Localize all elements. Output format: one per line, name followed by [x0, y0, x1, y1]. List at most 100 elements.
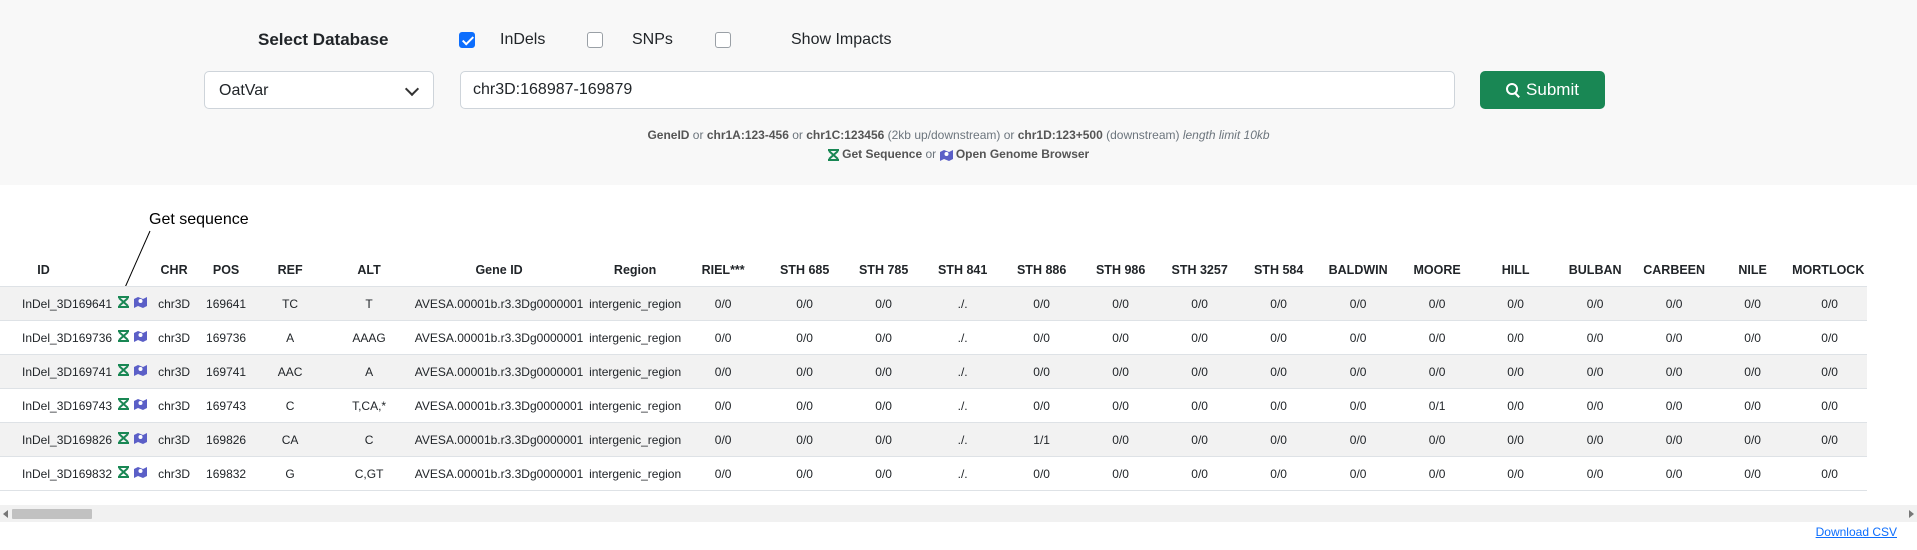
table-cell: 0/0 [1713, 456, 1793, 491]
table-cell: 0/0 [1398, 320, 1477, 355]
genome-browser-icon[interactable] [134, 296, 148, 311]
column-header[interactable]: STH 3257 [1160, 254, 1239, 287]
table-cell: 0/0 [1239, 456, 1319, 491]
table-cell: 0/0 [1476, 320, 1556, 355]
get-sequence-icon[interactable] [118, 364, 130, 379]
table-cell: AVESA.00001b.r3.3Dg0000001 [409, 286, 590, 321]
genome-browser-icon[interactable] [134, 466, 148, 481]
get-sequence-icon[interactable] [118, 466, 130, 481]
column-header[interactable]: BALDWIN [1318, 254, 1398, 287]
table-cell: 0/0 [844, 354, 924, 389]
scroll-right-arrow[interactable] [1909, 510, 1914, 518]
column-header[interactable]: STH 785 [844, 254, 923, 287]
table-cell: 169743 [201, 388, 252, 423]
column-header[interactable]: ALT [329, 254, 409, 287]
table-cell: 0/0 [765, 286, 845, 321]
table-cell: intergenic_region [589, 456, 682, 491]
table-cell: ./. [923, 422, 1003, 457]
table-cell: 0/0 [765, 354, 845, 389]
table-cell: intergenic_region [589, 286, 682, 321]
genome-browser-icon[interactable] [134, 364, 148, 379]
genome-browser-icon[interactable] [134, 330, 148, 345]
table-row: InDel_3D169826 chr3D 169826 CA C AVESA.00001b… [0, 422, 1868, 457]
table-cell: chr3D [147, 286, 202, 321]
table-cell: 0/0 [1635, 286, 1714, 321]
table-cell: 0/0 [1713, 320, 1793, 355]
variant-id: InDel_3D169741 [22, 364, 113, 379]
table-cell: 0/0 [1318, 354, 1399, 389]
table-cell: 0/0 [844, 456, 924, 491]
scroll-left-arrow[interactable] [3, 510, 8, 518]
genome-browser-icon[interactable] [134, 398, 148, 413]
table-cell: 0/0 [1476, 286, 1556, 321]
column-header[interactable]: MORTLOCK [1792, 254, 1867, 287]
column-header[interactable]: ID [0, 254, 147, 287]
table-cell: TC [251, 286, 330, 321]
genome-browser-icon[interactable] [134, 432, 148, 447]
horizontal-scrollbar[interactable] [0, 505, 1917, 522]
table-cell: chr3D [147, 388, 202, 423]
variants-table: ID CHR POS REF ALT Gene ID Region RIEL**… [0, 254, 1868, 491]
table-cell: 0/0 [681, 286, 766, 321]
table-cell: 169826 [201, 422, 252, 457]
table-cell: 0/0 [1318, 422, 1399, 457]
table-cell: 0/0 [844, 388, 924, 423]
column-header[interactable]: REF [251, 254, 329, 287]
table-cell: 0/0 [1635, 422, 1714, 457]
table-cell: 0/0 [1476, 388, 1556, 423]
table-cell: 0/0 [1081, 320, 1161, 355]
table-cell: 0/0 [1081, 354, 1161, 389]
column-header[interactable]: STH 584 [1239, 254, 1318, 287]
table-row: InDel_3D169832 chr3D 169832 G C,GT AVESA.0000… [0, 456, 1868, 491]
table-cell: intergenic_region [589, 422, 682, 457]
table-cell: 0/0 [1713, 422, 1793, 457]
table-cell: 0/0 [1318, 320, 1399, 355]
column-header[interactable]: CARBEEN [1635, 254, 1713, 287]
variant-id-cell: InDel_3D169826 [0, 422, 148, 457]
table-cell: 0/0 [1398, 422, 1477, 457]
table-cell: 0/0 [1160, 422, 1240, 457]
table-cell: A [251, 320, 330, 355]
table-cell: 0/0 [1792, 354, 1868, 389]
table-row: InDel_3D169743 chr3D 169743 C T,CA,* AVESA.00… [0, 388, 1868, 423]
column-header[interactable]: STH 685 [765, 254, 844, 287]
column-header[interactable]: MOORE [1398, 254, 1476, 287]
download-csv-link[interactable]: Download CSV [1816, 525, 1897, 539]
table-cell: 0/0 [1002, 320, 1082, 355]
table-cell: 0/0 [844, 286, 924, 321]
get-sequence-icon[interactable] [118, 432, 130, 447]
table-cell: AAC [251, 354, 330, 389]
table-row: InDel_3D169641 chr3D 169641 TC T AVESA.00001b… [0, 286, 1868, 321]
column-header[interactable]: HILL [1476, 254, 1555, 287]
table-cell: 0/0 [681, 422, 766, 457]
column-header[interactable]: Gene ID [409, 254, 589, 287]
column-header[interactable]: NILE [1713, 254, 1792, 287]
column-header[interactable]: BULBAN [1555, 254, 1635, 287]
column-header[interactable]: POS [201, 254, 251, 287]
table-cell: 0/0 [1398, 456, 1477, 491]
table-cell: ./. [923, 388, 1003, 423]
column-header[interactable]: CHR [147, 254, 201, 287]
column-header[interactable]: RIEL*** [681, 254, 765, 287]
get-sequence-icon[interactable] [118, 296, 130, 311]
table-cell: 0/0 [1398, 286, 1477, 321]
table-row: InDel_3D169736 chr3D 169736 A AAAG AVESA.0000… [0, 320, 1868, 355]
column-header[interactable]: Region [589, 254, 681, 287]
column-header[interactable]: STH 886 [1002, 254, 1081, 287]
table-cell: AVESA.00001b.r3.3Dg0000001 [409, 320, 590, 355]
get-sequence-icon[interactable] [118, 330, 130, 345]
table-cell: chr3D [147, 456, 202, 491]
table-cell: 0/0 [1555, 422, 1636, 457]
scrollbar-thumb[interactable] [12, 509, 92, 519]
table-cell: 169832 [201, 456, 252, 491]
variant-id: InDel_3D169832 [22, 466, 113, 481]
get-sequence-icon[interactable] [118, 398, 130, 413]
table-cell: AAAG [329, 320, 410, 355]
table-cell: 0/0 [1239, 422, 1319, 457]
table-cell: ./. [923, 320, 1003, 355]
column-header[interactable]: STH 841 [923, 254, 1002, 287]
table-cell: A [329, 354, 410, 389]
column-header[interactable]: STH 986 [1081, 254, 1160, 287]
table-cell: 0/0 [1239, 286, 1319, 321]
table-cell: 0/0 [1476, 354, 1556, 389]
